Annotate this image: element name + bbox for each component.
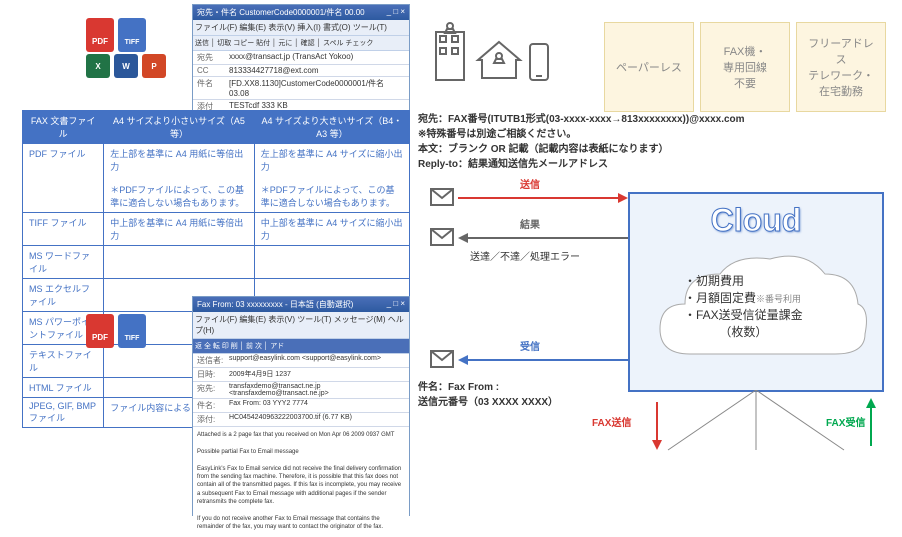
table-cell (104, 246, 255, 279)
table-cell: 左上部を基準に A4 サイズに縮小出力 ＊PDFファイルによって、この基準に適合… (254, 144, 409, 213)
table-cell: 中上部を基準に A4 用紙に等倍出力 (104, 213, 255, 246)
svg-text:PDF: PDF (92, 333, 108, 342)
table-header-col3: A4 サイズより大きいサイズ（B4・A3 等） (254, 111, 409, 144)
table-header-col1: FAX 文書ファイル (23, 111, 104, 144)
subject-description: 件名：Fax From : 送信元番号（03 XXXX XXXX） (418, 380, 558, 410)
table-row: MS ワードファイル (23, 246, 410, 279)
file-badges-office: X W P (86, 54, 166, 78)
fax-receive-label: FAX受信 (826, 414, 865, 429)
feature-remote: フリーアドレス テレワーク・ 在宅勤務 (796, 22, 886, 112)
table-cell: テキストファイル (23, 345, 104, 378)
cloud-box: Cloud ・初期費用 ・月額固定費※番号利用 ・FAX送受信従量課金 （枚数） (628, 192, 884, 392)
envelope-receive-icon (430, 350, 454, 368)
svg-text:PDF: PDF (92, 37, 108, 46)
cloud-title: Cloud (630, 194, 882, 247)
email2-buttons: 返 全 転 印 削 │ 前 次 │ アド (193, 339, 409, 354)
table-cell: 左上部を基準に A4 用紙に等倍出力 ＊PDFファイルによって、この基準に適合し… (104, 144, 255, 213)
file-badges-top: PDF TIFF (86, 18, 146, 52)
table-row: PDF ファイル左上部を基準に A4 用紙に等倍出力 ＊PDFファイルによって、… (23, 144, 410, 213)
cloud-pricing: ・初期費用 ・月額固定費※番号利用 ・FAX送受信従量課金 （枚数） (684, 272, 803, 340)
email1-subject: 件名[FD.XX8.1130]CustomerCode0000001/件名 03… (193, 77, 409, 100)
email2-titlebar: Fax From: 03 xxxxxxxxx - 日本語 (自動選択)_ □ × (193, 297, 409, 312)
email2-attach: 添付:HC0454240963222003700.tif (6.77 KB) (193, 413, 409, 427)
table-header-col2: A4 サイズより小さいサイズ（A5 等） (104, 111, 255, 144)
table-cell: 中上部を基準に A4 サイズに縮小出力 (254, 213, 409, 246)
svg-text:TIFF: TIFF (125, 39, 140, 46)
location-icons (430, 22, 550, 82)
table-row: TIFF ファイル中上部を基準に A4 用紙に等倍出力中上部を基準に A4 サイ… (23, 213, 410, 246)
table-cell (254, 246, 409, 279)
email2-subject: 件名:Fax From: 03 YYY2 7774 (193, 399, 409, 413)
table-cell: PDF ファイル (23, 144, 104, 213)
email1-buttons: 送信 │ 切取 コピー 貼付 │ 元に │ 確認 │ スペル チェック (193, 36, 409, 51)
email1-menu: ファイル(F) 編集(E) 表示(V) 挿入(I) 書式(O) ツール(T) (193, 20, 409, 36)
envelope-result-icon (430, 228, 454, 246)
email1-titlebar: 宛先・件名 CustomerCode0000001/件名 00.00_ □ × (193, 5, 409, 20)
table-cell: JPEG, GIF, BMP ファイル (23, 398, 104, 428)
table-cell: MS エクセルファイル (23, 279, 104, 312)
receive-arrow (458, 350, 628, 370)
excel-badge: X (86, 54, 110, 78)
email-window-receive: Fax From: 03 xxxxxxxxx - 日本語 (自動選択)_ □ ×… (192, 296, 410, 516)
pdf-badge-2: PDF (86, 314, 114, 348)
email-window-compose: 宛先・件名 CustomerCode0000001/件名 00.00_ □ × … (192, 4, 410, 115)
result-arrow (458, 228, 628, 248)
envelope-send-icon (430, 188, 454, 206)
feature-nofax: FAX機・ 専用回線 不要 (700, 22, 790, 112)
feature-boxes: ペーパーレス FAX機・ 専用回線 不要 フリーアドレス テレワーク・ 在宅勤務 (604, 22, 886, 112)
email2-date: 日時:2009年4月9日 1237 (193, 368, 409, 382)
email2-from: 送信者:support@easylink.com <support@easyli… (193, 354, 409, 368)
tiff-badge: TIFF (118, 18, 146, 52)
feature-paperless: ペーパーレス (604, 22, 694, 112)
result-label: 結果 (520, 216, 540, 231)
tiff-badge-2: TIFF (118, 314, 146, 348)
email1-to: 宛先xxxx@transact.jp (TransAct Yokoo) (193, 51, 409, 65)
pdf-badge: PDF (86, 18, 114, 52)
svg-text:TIFF: TIFF (125, 335, 140, 342)
word-badge: W (114, 54, 138, 78)
fax-send-label: FAX送信 (592, 414, 631, 429)
result-detail: 送達／不達／処理エラー (470, 250, 580, 265)
table-cell: MS ワードファイル (23, 246, 104, 279)
email2-body: Attached is a 2 page fax that you receiv… (193, 427, 409, 537)
email2-to: 宛先:transfaxdemo@transact.ne.jp <transfax… (193, 382, 409, 399)
file-badges-mid: PDF TIFF (86, 314, 146, 348)
send-arrow (458, 188, 628, 208)
ppt-badge: P (142, 54, 166, 78)
office-building-icon (430, 22, 470, 82)
email2-menu: ファイル(F) 編集(E) 表示(V) ツール(T) メッセージ(M) ヘルプ(… (193, 312, 409, 339)
address-description: 宛先：FAX番号(ITUTB1形式(03-xxxx-xxxx→813xxxxxx… (418, 112, 745, 172)
table-cell: HTML ファイル (23, 378, 104, 398)
fax-send-arrow (642, 396, 672, 452)
house-icon (474, 38, 524, 82)
send-label: 送信 (520, 176, 540, 191)
email1-cc: CC813334427718@ext.com (193, 65, 409, 77)
table-cell: TIFF ファイル (23, 213, 104, 246)
receive-label: 受信 (520, 338, 540, 353)
mobile-icon (528, 42, 550, 82)
